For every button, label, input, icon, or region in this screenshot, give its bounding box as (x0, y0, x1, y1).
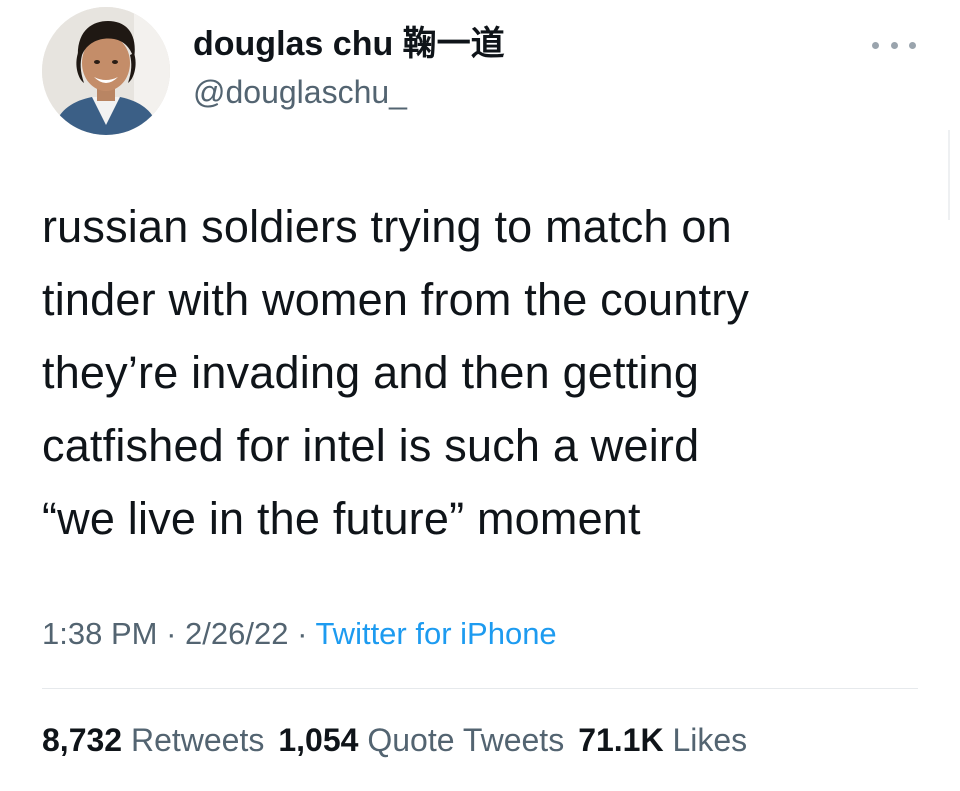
quote-tweets-label: Quote Tweets (367, 722, 565, 758)
retweets-label: Retweets (130, 722, 265, 758)
author-display-name[interactable]: douglas chu 鞠一道 (193, 22, 505, 66)
tweet-card: douglas chu 鞠一道 @douglaschu_ russian sol… (0, 0, 960, 791)
quote-tweets-stat[interactable]: 1,054 Quote Tweets (278, 722, 564, 758)
divider (42, 688, 918, 689)
dot (909, 41, 916, 49)
tweet-text: russian soldiers trying to match on tind… (42, 201, 750, 544)
author-block: douglas chu 鞠一道 @douglaschu_ (193, 22, 505, 114)
tweet-date[interactable]: 2/26/22 (185, 616, 288, 651)
quote-tweets-count: 1,054 (278, 722, 359, 758)
dot (872, 41, 879, 49)
likes-count: 71.1K (578, 722, 664, 758)
author-handle[interactable]: @douglaschu_ (193, 70, 505, 114)
dot (890, 41, 898, 49)
meta-separator: · (288, 616, 316, 651)
tweet-source-link[interactable]: Twitter for iPhone (315, 616, 556, 651)
retweets-stat[interactable]: 8,732 Retweets (42, 722, 264, 758)
retweets-count: 8,732 (42, 722, 123, 758)
profile-photo-icon (42, 7, 170, 135)
more-options-icon[interactable] (872, 34, 916, 56)
avatar[interactable] (42, 7, 170, 135)
likes-stat[interactable]: 71.1K Likes (578, 722, 747, 758)
likes-label: Likes (672, 722, 748, 758)
tweet-time[interactable]: 1:38 PM (42, 616, 157, 651)
divider (948, 130, 950, 220)
tweet-meta: 1:38 PM · 2/26/22 · Twitter for iPhone (42, 612, 557, 656)
meta-separator: · (157, 616, 186, 651)
engagement-stats: 8,732 Retweets 1,054 Quote Tweets 71.1K Li… (42, 717, 761, 763)
